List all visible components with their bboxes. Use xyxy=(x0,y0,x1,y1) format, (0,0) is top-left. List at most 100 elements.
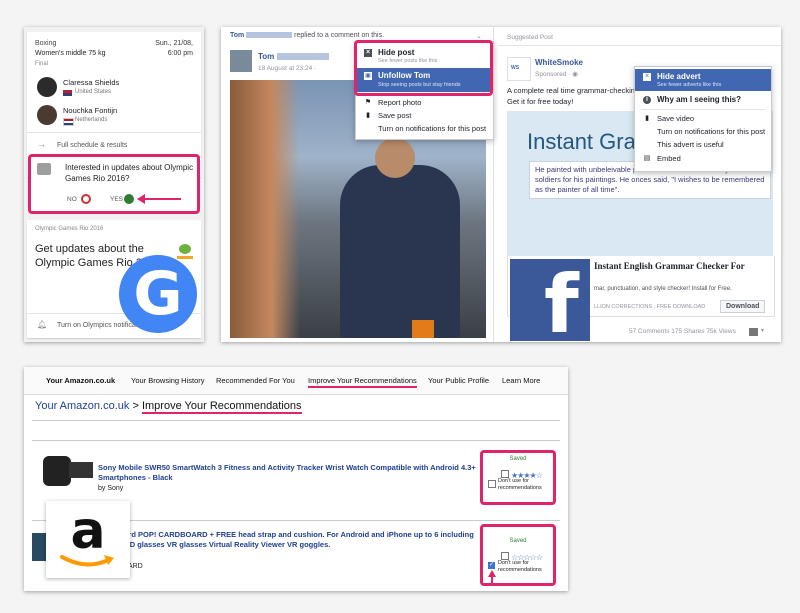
suggested-label: Suggested Post xyxy=(507,34,553,41)
athlete-avatar xyxy=(37,77,57,97)
divider xyxy=(32,420,560,421)
athlete-country: United States xyxy=(75,89,112,95)
dont-use-checkbox[interactable] xyxy=(488,480,496,488)
nav-your-amazon[interactable]: Your Amazon.co.uk xyxy=(46,376,115,385)
google-logo-icon: G xyxy=(119,255,197,333)
flag-us-icon xyxy=(63,90,72,96)
save-post-item[interactable]: ▮ Save post xyxy=(356,109,493,123)
divider xyxy=(641,109,765,110)
no-radio[interactable] xyxy=(81,194,91,204)
advert-useful-item[interactable]: This advert is useful xyxy=(635,138,771,152)
save-box: Saved ☆☆☆☆☆ ✓ Don't use for recommendati… xyxy=(480,524,556,586)
caret-down-icon[interactable]: ▾ xyxy=(761,327,764,334)
smartwatch-image[interactable] xyxy=(35,450,93,492)
facebook-logo-icon: f xyxy=(510,259,590,342)
nav-learn-more[interactable]: Learn More xyxy=(502,376,540,385)
clear-rating-icon xyxy=(501,551,509,560)
x-icon: × xyxy=(643,73,651,81)
updates-prompt-text: Interested in updates about Olympic Game… xyxy=(65,163,194,183)
card-header: Olympic Games Rio 2016 xyxy=(35,226,104,232)
product-title[interactable]: Sony Mobile SWR50 SmartWatch 3 Fitness a… xyxy=(98,463,478,483)
viewer-avatar[interactable] xyxy=(749,328,758,336)
athlete-name: Nouchka Fontijn xyxy=(63,106,118,115)
schedule-link[interactable]: Full schedule & results xyxy=(57,142,127,149)
save-video-item[interactable]: ▮ Save video xyxy=(635,112,771,126)
photo-person-left xyxy=(230,80,300,338)
bookmark-icon: ▮ xyxy=(645,115,649,122)
ad-stats: 57 Comments 175 Shares 75k Views xyxy=(629,328,736,335)
bell-icon: 🔔︎ xyxy=(37,320,48,329)
divider xyxy=(498,45,781,46)
pointer-arrow-icon xyxy=(137,194,181,204)
hide-advert-item[interactable]: × Hide advert See fewer adverts like thi… xyxy=(635,69,771,91)
bookmark-icon: ▮ xyxy=(366,112,370,119)
flag-nl-icon xyxy=(63,118,74,126)
ad-notifications-item[interactable]: Turn on notifications for this post xyxy=(635,125,771,139)
highlight-box xyxy=(354,40,493,96)
stage-label: Final xyxy=(35,61,49,67)
report-photo-item[interactable]: ⚑ Report photo xyxy=(356,96,493,110)
facebook-panel: Tom replied to a comment on this. Tom 18… xyxy=(221,27,781,342)
amazon-nav-bar: Your Amazon.co.uk Your Browsing History … xyxy=(24,367,568,395)
event-label: Women's middle 75 kg xyxy=(35,50,106,57)
embed-icon: ▤ xyxy=(643,155,651,162)
post-notifications-item[interactable]: Turn on notifications for this post xyxy=(356,122,493,136)
yes-label: YES xyxy=(110,196,124,203)
nav-public-profile[interactable]: Your Public Profile xyxy=(428,376,489,385)
saved-label: Saved xyxy=(509,456,527,462)
nav-recommended[interactable]: Recommended For You xyxy=(216,376,295,385)
athlete-country: Netherlands xyxy=(75,117,108,123)
save-box: Saved ★★★★☆ Don't use for recommendation… xyxy=(480,450,556,505)
photo-person-right xyxy=(340,165,460,338)
product-by: by Sony xyxy=(98,485,124,492)
pointer-arrow-icon xyxy=(488,570,496,585)
arrow-right-icon: → xyxy=(37,139,46,149)
post-meta: 18 August at 23:24 · xyxy=(258,65,317,72)
ad-link-desc: mar, punctuation, and style checker! Ins… xyxy=(594,286,732,292)
chat-icon xyxy=(37,163,51,175)
photo-bag xyxy=(412,320,434,338)
amazon-logo-icon: a xyxy=(46,501,130,578)
breadcrumb-current: Improve Your Recommendations xyxy=(141,400,302,414)
nav-improve-recommendations[interactable]: Improve Your Recommendations xyxy=(308,376,417,388)
notification-line: Tom replied to a comment on this. xyxy=(230,32,385,39)
ad-options-menu: × Hide advert See fewer adverts like thi… xyxy=(634,66,772,172)
post-author[interactable]: Tom xyxy=(258,52,329,61)
divider xyxy=(32,440,560,441)
saved-label: Saved xyxy=(509,538,527,544)
updates-prompt-card: Interested in updates about Olympic Game… xyxy=(28,154,200,214)
ad-meta: Sponsored · ◉ xyxy=(535,71,578,78)
whitesmoke-logo-icon[interactable]: WS xyxy=(507,57,531,81)
divider xyxy=(27,132,201,133)
no-label: NO xyxy=(67,196,77,203)
embed-item[interactable]: ▤ Embed xyxy=(635,152,771,166)
google-now-panel: Boxing Women's middle 75 kg Final Sun., … xyxy=(24,27,204,342)
ad-name[interactable]: WhiteSmoke xyxy=(535,58,583,67)
breadcrumb-root[interactable]: Your Amazon.co.uk xyxy=(35,400,129,412)
dont-use-label: Don't use for recommendations xyxy=(498,478,542,491)
dont-use-label: Don't use for recommendations xyxy=(498,560,542,573)
athlete-avatar xyxy=(37,105,57,125)
friend-post: Tom replied to a comment on this. Tom 18… xyxy=(221,27,494,342)
product-title[interactable]: Cardboard POP! CARDBOARD + FREE head str… xyxy=(98,530,478,550)
ad-text: A complete real time grammar-checking Ge… xyxy=(507,86,640,106)
ad-link-domain: LLION CORRECTIONS , FREE DOWNLOAD xyxy=(594,304,706,310)
event-date: Sun., 21/08, xyxy=(155,40,193,47)
event-time: 6:00 pm xyxy=(167,50,193,57)
ad-link-title: Instant English Grammar Checker For xyxy=(594,261,745,271)
athlete-name: Claressa Shields xyxy=(63,78,120,87)
author-avatar[interactable] xyxy=(230,50,252,72)
chevron-down-icon[interactable]: ⌄ xyxy=(476,32,482,40)
clear-rating-icon xyxy=(501,469,509,478)
yes-radio[interactable] xyxy=(124,194,134,204)
nav-browsing-history[interactable]: Your Browsing History xyxy=(131,376,205,385)
breadcrumb: Your Amazon.co.uk > Improve Your Recomme… xyxy=(35,400,302,414)
why-seeing-item[interactable]: i Why am I seeing this? xyxy=(635,93,771,107)
photo-face xyxy=(375,138,415,178)
sport-label: Boxing xyxy=(35,40,57,47)
download-button[interactable]: Download xyxy=(720,300,766,313)
report-icon: ⚑ xyxy=(364,99,372,106)
amazon-panel: Your Amazon.co.uk Your Browsing History … xyxy=(24,367,568,591)
dont-use-checkbox[interactable]: ✓ xyxy=(488,562,495,569)
info-icon: i xyxy=(643,96,651,104)
